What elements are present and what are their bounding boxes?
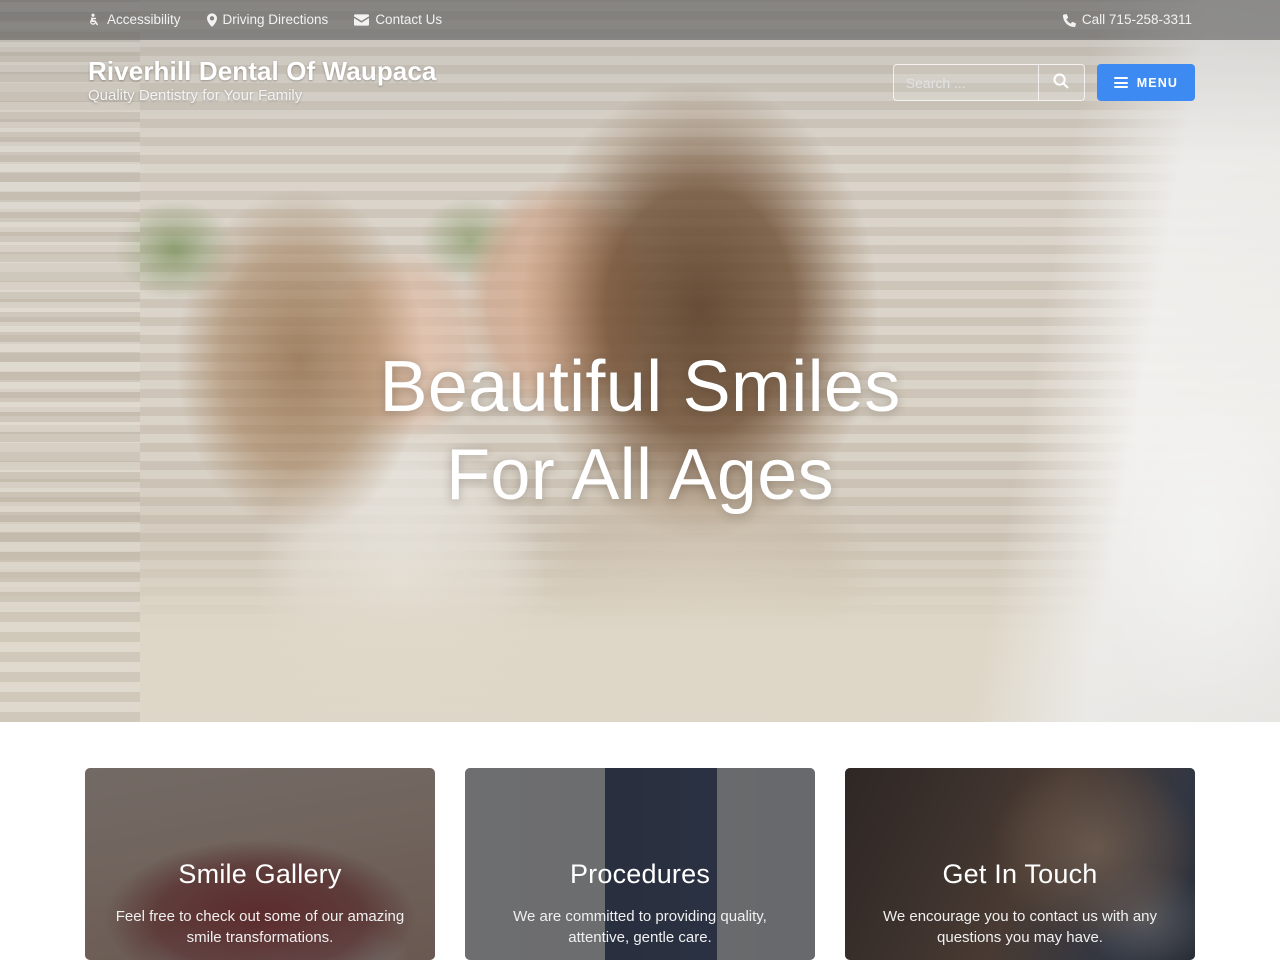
envelope-icon <box>354 14 370 26</box>
card-description: We are committed to providing quality, a… <box>513 907 767 946</box>
brand-title: Riverhill Dental Of Waupaca <box>88 56 437 86</box>
top-utility-phone: Call 715-258-3311 <box>1062 12 1192 28</box>
map-pin-icon <box>206 13 217 27</box>
feature-card-smile-gallery[interactable]: Smile Gallery Feel free to check out som… <box>85 768 435 960</box>
card-description: Feel free to check out some of our amazi… <box>115 907 405 946</box>
search-box <box>892 64 1085 101</box>
brand-block[interactable]: Riverhill Dental Of Waupaca Quality Dent… <box>88 56 437 105</box>
topbar-link-accessibility[interactable]: Accessibility <box>88 13 181 27</box>
wheelchair-icon <box>88 13 101 27</box>
card-title: Procedures <box>569 859 711 889</box>
hero-headline-line-2: For All Ages <box>446 434 834 515</box>
search-submit-button[interactable] <box>1037 64 1085 101</box>
header-actions: MENU <box>892 64 1195 101</box>
top-utility-bar: Accessibility Driving Directions Contact… <box>0 0 1280 40</box>
topbar-link-contact-us[interactable]: Contact Us <box>354 13 442 27</box>
card-description: We encourage you to contact us with any … <box>882 907 1158 946</box>
page-root: Beautiful Smiles For All Ages Accessibil… <box>0 0 1280 960</box>
hamburger-icon <box>1113 77 1128 88</box>
brand-tagline: Quality Dentistry for Your Family <box>88 87 303 105</box>
site-header: Riverhill Dental Of Waupaca Quality Dent… <box>0 40 1280 122</box>
card-body: Smile Gallery Feel free to check out som… <box>85 768 435 960</box>
card-body: Procedures We are committed to providing… <box>465 768 815 960</box>
card-title: Smile Gallery <box>178 859 342 889</box>
menu-button[interactable]: MENU <box>1096 64 1195 101</box>
topbar-link-contact-us-label: Contact Us <box>375 12 443 28</box>
card-title: Get In Touch <box>942 859 1098 889</box>
hero-headline: Beautiful Smiles For All Ages <box>0 344 1280 520</box>
topbar-link-driving-directions-label: Driving Directions <box>222 12 329 28</box>
feature-cards-section: Smile Gallery Feel free to check out som… <box>0 722 1280 960</box>
feature-card-get-in-touch[interactable]: Get In Touch We encourage you to contact… <box>845 768 1195 960</box>
topbar-link-accessibility-label: Accessibility <box>107 12 181 28</box>
search-icon <box>1053 73 1069 92</box>
topbar-phone-label: Call 715-258-3311 <box>1081 12 1192 28</box>
hero-headline-line-1: Beautiful Smiles <box>379 347 901 427</box>
topbar-link-driving-directions[interactable]: Driving Directions <box>206 12 329 28</box>
search-input[interactable] <box>892 64 1038 101</box>
menu-button-label: MENU <box>1136 75 1178 90</box>
phone-icon <box>1062 13 1076 27</box>
card-body: Get In Touch We encourage you to contact… <box>845 768 1195 960</box>
feature-card-procedures[interactable]: Procedures We are committed to providing… <box>465 768 815 960</box>
top-utility-links: Accessibility Driving Directions Contact… <box>88 13 442 27</box>
topbar-phone-link[interactable]: Call 715-258-3311 <box>1062 12 1192 28</box>
